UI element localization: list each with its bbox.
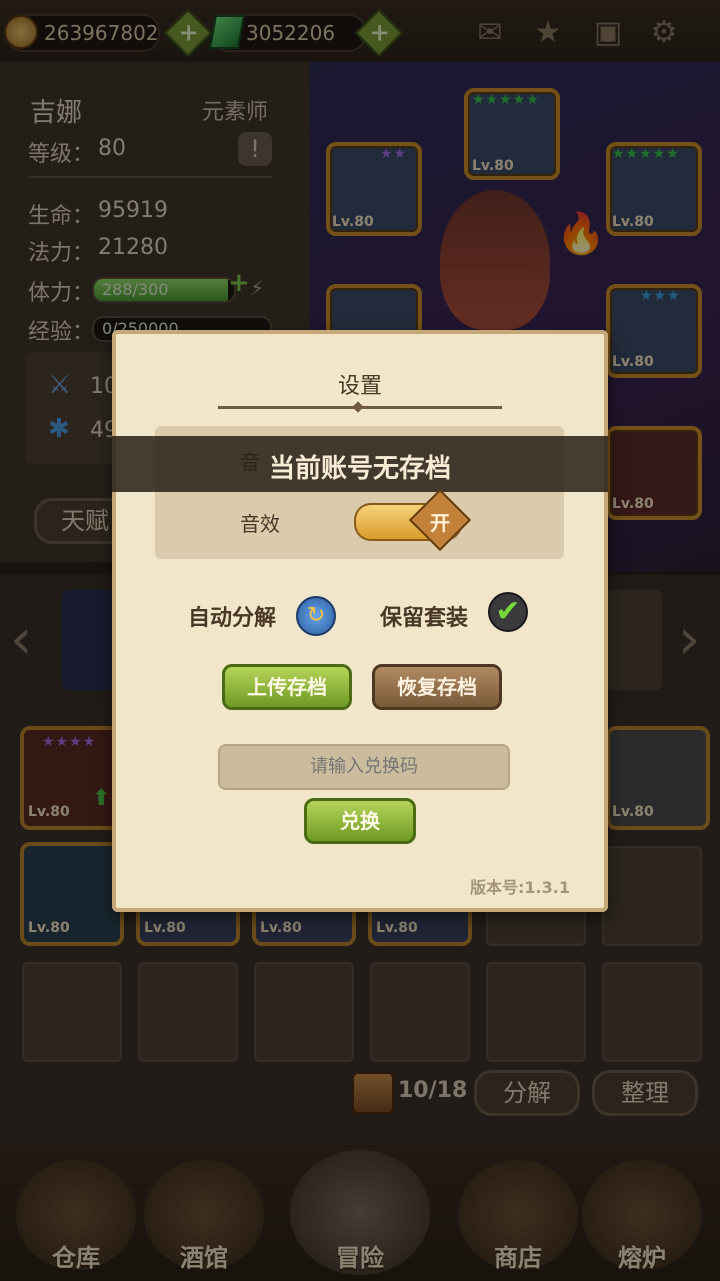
toast-message: 当前账号无存档 <box>268 454 451 484</box>
keep-set-checkbox-icon[interactable]: ✔ <box>488 592 528 632</box>
version-label: 版本号:1.3.1 <box>470 878 570 897</box>
auto-decompose-toggle-icon[interactable]: ↻ <box>296 596 336 636</box>
modal-title: 设置 <box>337 374 382 399</box>
sound-effects-label: 音效 <box>240 512 280 536</box>
toggle-state: 开 <box>430 511 450 535</box>
restore-save-button[interactable]: 恢复存档 <box>372 664 502 710</box>
keep-set-label: 保留套装 <box>380 606 469 631</box>
auto-decompose-label: 自动分解 <box>188 606 277 631</box>
upload-save-button[interactable]: 上传存档 <box>222 664 352 710</box>
redeem-button[interactable]: 兑换 <box>304 798 416 844</box>
redeem-code-input[interactable] <box>218 744 510 790</box>
